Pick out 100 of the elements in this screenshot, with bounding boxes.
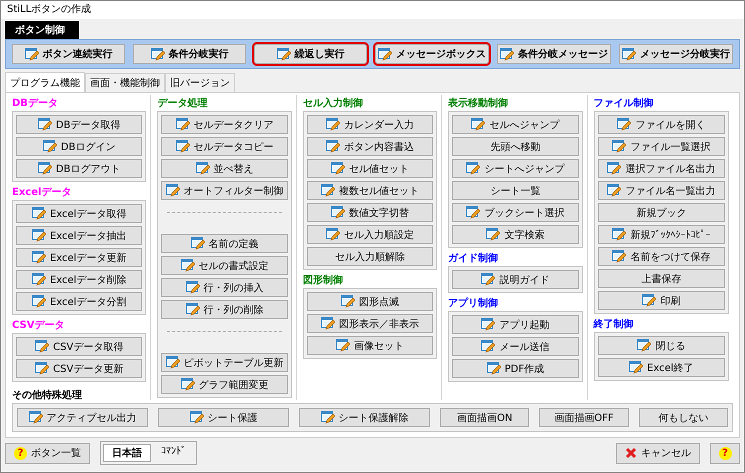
action-button[interactable]: ピボットテーブル更新 bbox=[161, 353, 288, 372]
pencil-document-icon bbox=[32, 295, 46, 308]
pencil-document-icon bbox=[38, 162, 52, 175]
action-button[interactable]: アプリ起動 bbox=[452, 315, 579, 334]
toggle-option[interactable]: 日本語 bbox=[103, 444, 151, 462]
action-button[interactable]: 図形点滅 bbox=[306, 292, 434, 311]
action-button[interactable]: セルデータコピー bbox=[161, 137, 288, 156]
toolbar-button[interactable]: ボタン連続実行 bbox=[12, 44, 125, 64]
action-button[interactable]: セルの書式設定 bbox=[161, 256, 288, 275]
pencil-document-icon bbox=[32, 207, 46, 220]
action-button[interactable]: DBデータ取得 bbox=[16, 115, 142, 134]
action-button[interactable]: セル値セット bbox=[306, 159, 434, 178]
action-button[interactable]: 閉じる bbox=[598, 336, 725, 355]
group-title: ガイド制御 bbox=[448, 252, 500, 266]
action-button[interactable]: グラフ範囲変更 bbox=[161, 375, 288, 394]
toolbar-button[interactable]: 条件分岐メッセージ bbox=[497, 44, 611, 64]
action-button[interactable]: セル入力順設定 bbox=[306, 225, 434, 244]
toolbar-button[interactable]: 条件分岐実行 bbox=[133, 44, 246, 64]
button-list-button[interactable]: ? ボタン一覧 bbox=[5, 442, 90, 464]
tab[interactable]: 旧バージョン bbox=[165, 73, 235, 92]
action-button[interactable]: 選択ファイル名出力 bbox=[598, 159, 725, 178]
action-button[interactable]: Excelデータ抽出 bbox=[16, 226, 142, 245]
action-button[interactable]: 図形表示／非表示 bbox=[306, 314, 434, 333]
action-button[interactable]: PDF作成 bbox=[452, 359, 579, 378]
pencil-document-icon bbox=[320, 317, 335, 330]
action-button[interactable]: ファイル名一覧出力 bbox=[598, 181, 725, 200]
action-button[interactable]: アクティブセル出力 bbox=[17, 408, 148, 427]
pencil-document-icon bbox=[32, 229, 46, 242]
action-button[interactable]: Excelデータ更新 bbox=[16, 248, 142, 267]
tab[interactable]: プログラム機能 bbox=[5, 72, 85, 92]
action-button[interactable]: 何もしない bbox=[638, 408, 728, 427]
group-title: 終了制御 bbox=[594, 318, 635, 332]
action-button[interactable]: CSVデータ取得 bbox=[16, 337, 142, 356]
action-button[interactable]: Excelデータ削除 bbox=[16, 270, 142, 289]
action-button[interactable]: ブックシート選択 bbox=[452, 203, 579, 222]
pencil-document-icon bbox=[35, 362, 50, 375]
toolbar-button[interactable]: メッセージボックス bbox=[375, 44, 489, 64]
action-button[interactable]: 並べ替え bbox=[161, 159, 288, 178]
action-button[interactable]: CSVデータ更新 bbox=[16, 359, 142, 378]
toolbar-button[interactable]: メッセージ分岐実行 bbox=[619, 44, 733, 64]
action-button[interactable]: 説明ガイド bbox=[452, 270, 579, 289]
action-button[interactable]: 名前の定義 bbox=[161, 234, 288, 253]
action-button[interactable]: Excelデータ取得 bbox=[16, 204, 142, 223]
action-button[interactable]: Excel終了 bbox=[598, 358, 725, 377]
action-button[interactable]: 名前をつけて保存 bbox=[598, 247, 725, 266]
action-button[interactable]: カレンダー入力 bbox=[306, 115, 434, 134]
action-button[interactable]: 行・列の削除 bbox=[161, 300, 288, 319]
pencil-document-icon bbox=[320, 184, 335, 197]
action-button[interactable]: DBログイン bbox=[16, 137, 142, 156]
action-button[interactable]: 画像セット bbox=[306, 336, 434, 355]
pencil-document-icon bbox=[190, 411, 204, 424]
pencil-document-icon bbox=[486, 362, 501, 375]
action-button[interactable]: ファイル一覧選択 bbox=[598, 137, 725, 156]
pencil-document-icon bbox=[186, 281, 200, 294]
action-button[interactable]: オートフィルター制御 bbox=[161, 181, 288, 200]
action-button[interactable]: Excelデータ分割 bbox=[16, 292, 142, 311]
action-button[interactable]: 文字検索 bbox=[452, 225, 579, 244]
tab[interactable]: 画面・機能制御 bbox=[85, 73, 165, 92]
action-button[interactable]: ボタン内容書込 bbox=[306, 137, 434, 156]
group-title: 図形制御 bbox=[302, 274, 344, 288]
pencil-document-icon bbox=[471, 118, 486, 131]
action-button[interactable]: セル入力順解除 bbox=[306, 247, 434, 266]
action-button[interactable]: 印刷 bbox=[598, 291, 725, 310]
pencil-document-icon bbox=[38, 118, 52, 131]
action-button[interactable]: シート一覧 bbox=[452, 181, 579, 200]
action-button[interactable]: メール送信 bbox=[452, 337, 579, 356]
action-button[interactable]: 上書保存 bbox=[598, 269, 725, 288]
action-button[interactable]: 画面描画OFF bbox=[539, 408, 629, 427]
pencil-document-icon bbox=[176, 118, 190, 131]
toolbar-button[interactable]: 繰返し実行 bbox=[254, 44, 367, 64]
action-button[interactable]: セルデータクリア bbox=[161, 115, 288, 134]
action-button[interactable]: 新規ﾌﾞｯｸﾍｼｰﾄｺﾋﾟｰ bbox=[598, 225, 725, 244]
cancel-button[interactable]: キャンセル bbox=[616, 442, 700, 464]
group-title: 表示移動制御 bbox=[448, 97, 510, 111]
pencil-document-icon bbox=[500, 48, 514, 60]
pencil-document-icon bbox=[617, 118, 632, 131]
action-button[interactable]: シート保護解除 bbox=[299, 408, 430, 427]
pencil-document-icon bbox=[32, 273, 46, 286]
group-title: ファイル制御 bbox=[594, 97, 655, 111]
group-title: セル入力制御 bbox=[302, 97, 364, 111]
pencil-document-icon bbox=[466, 162, 480, 175]
action-button[interactable]: 行・列の挿入 bbox=[161, 278, 288, 297]
pencil-document-icon bbox=[42, 140, 57, 153]
pencil-document-icon bbox=[378, 48, 392, 60]
action-button[interactable]: DBログアウト bbox=[16, 159, 142, 178]
action-button[interactable]: セルへジャンプ bbox=[452, 115, 579, 134]
action-button[interactable]: 新規ブック bbox=[598, 203, 725, 222]
action-button[interactable]: シート保護 bbox=[158, 408, 289, 427]
action-button[interactable]: ファイルを開く bbox=[598, 115, 725, 134]
action-button[interactable]: 画面描画ON bbox=[440, 408, 530, 427]
pencil-document-icon bbox=[607, 162, 622, 175]
help-button[interactable]: ? bbox=[710, 442, 740, 464]
action-button[interactable]: 先頭へ移動 bbox=[452, 137, 579, 156]
pencil-document-icon bbox=[32, 251, 46, 264]
action-button[interactable]: 数値文字切替 bbox=[306, 203, 434, 222]
action-button[interactable]: シートへジャンプ bbox=[452, 159, 579, 178]
panel-label: ボタン制御 bbox=[5, 21, 79, 39]
pencil-document-icon bbox=[166, 184, 180, 197]
action-button[interactable]: 複数セル値セット bbox=[306, 181, 434, 200]
help-icon: ? bbox=[14, 446, 27, 460]
